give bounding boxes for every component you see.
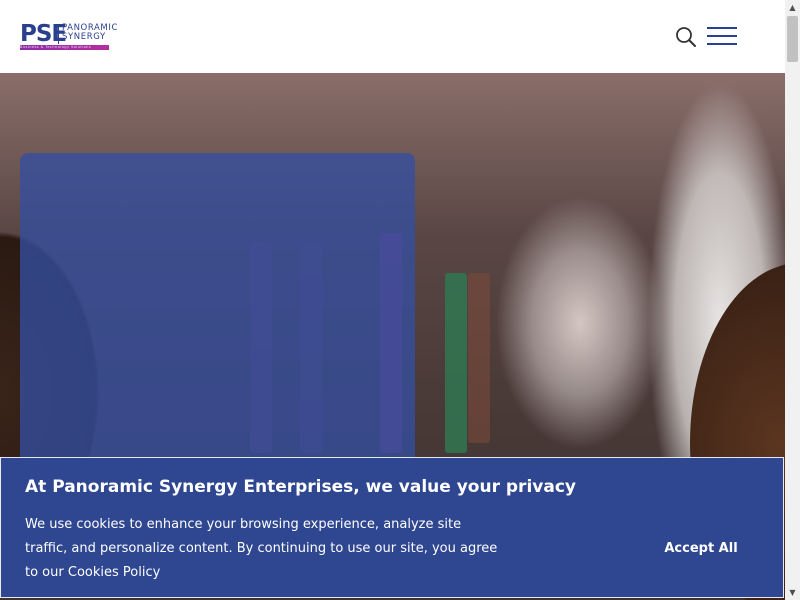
accept-all-button[interactable]: Accept All [651, 535, 751, 561]
cookie-banner-title: At Panoramic Synergy Enterprises, we val… [25, 477, 576, 497]
scrollbar-thumb[interactable] [787, 16, 798, 62]
cookie-consent-banner: At Panoramic Synergy Enterprises, we val… [0, 457, 784, 598]
bookshelf-decoration [468, 273, 490, 443]
bookshelf-decoration [445, 273, 467, 453]
cookies-policy-link[interactable]: Cookies Policy [68, 565, 160, 580]
hamburger-menu-icon[interactable] [707, 27, 737, 45]
scrollbar[interactable]: ▲ ▼ [785, 0, 800, 600]
logo-tagline: Business & Technology Solutions [20, 45, 109, 50]
search-icon[interactable] [675, 26, 697, 48]
logo-divider [58, 24, 59, 44]
scroll-down-arrow-icon[interactable]: ▼ [785, 585, 800, 600]
scroll-up-arrow-icon[interactable]: ▲ [785, 0, 800, 15]
hero-card [20, 153, 415, 463]
cookie-banner-text: We use cookies to enhance your browsing … [25, 513, 505, 585]
logo-mark: PSE [20, 21, 67, 47]
site-header: PSE PANORAMIC SYNERGY Business & Technol… [0, 0, 785, 73]
logo-text-line2: SYNERGY [62, 32, 106, 42]
